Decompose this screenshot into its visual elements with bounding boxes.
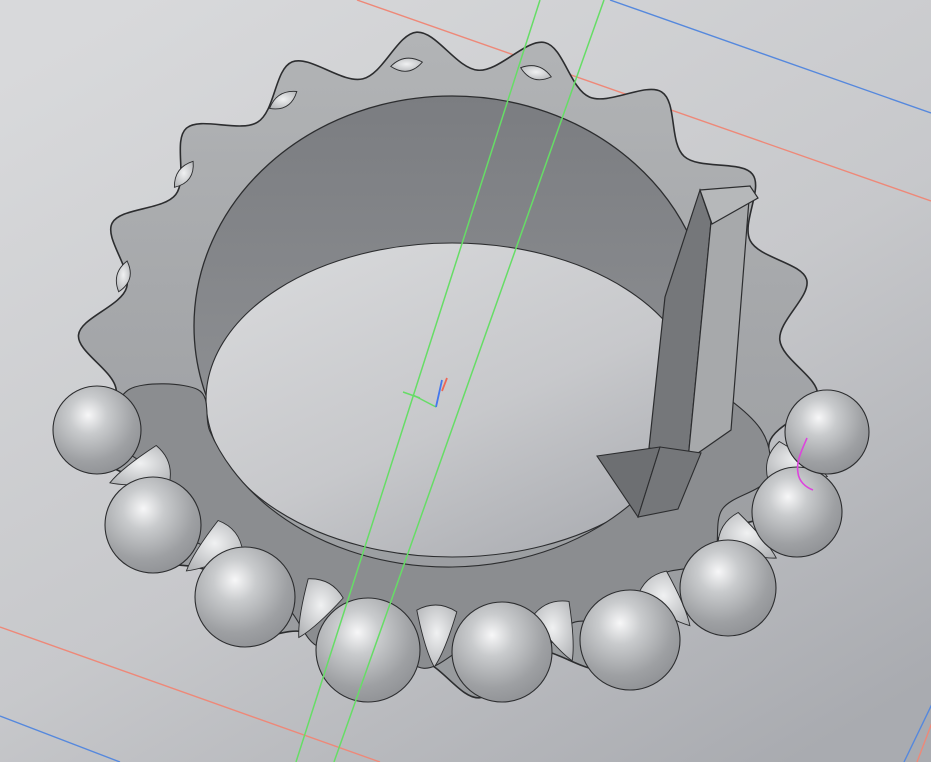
bearing-ball: [751, 466, 843, 558]
bearing-ball: [451, 601, 553, 703]
cad-viewport[interactable]: [0, 0, 931, 762]
model-scene[interactable]: [0, 0, 931, 762]
bearing-ball: [194, 546, 296, 648]
bearing-ball: [52, 385, 142, 475]
bearing-ball: [679, 539, 777, 637]
bearing-ball: [104, 476, 202, 574]
bearing-ball: [579, 589, 681, 691]
